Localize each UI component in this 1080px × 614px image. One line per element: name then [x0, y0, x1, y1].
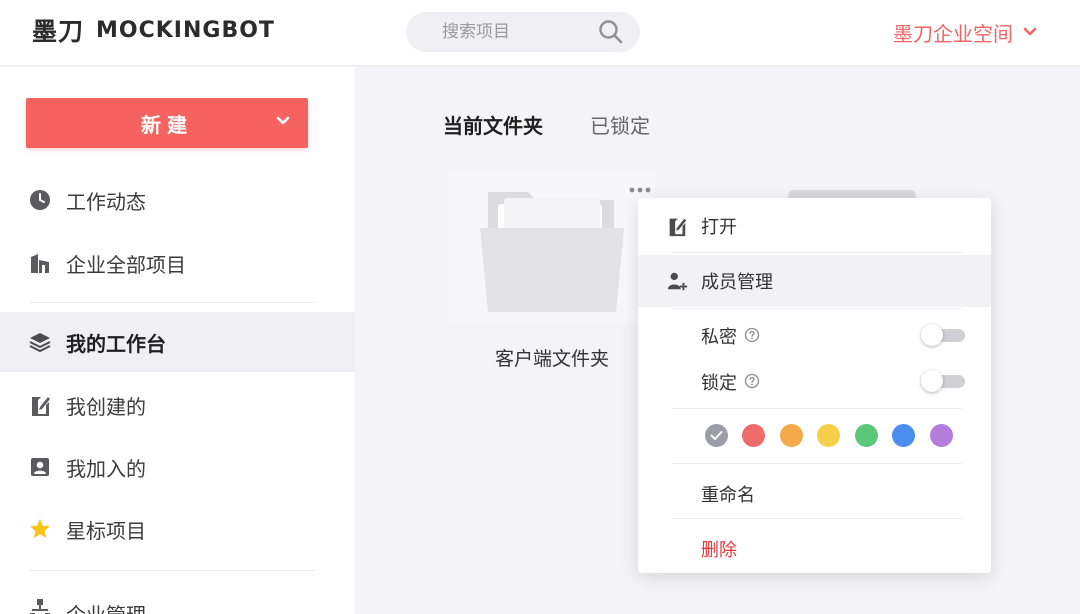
color-swatch-orange[interactable]	[780, 424, 803, 447]
chevron-down-icon	[276, 116, 290, 125]
org-chart-icon	[30, 599, 50, 614]
menu-divider	[672, 308, 962, 309]
folder-card[interactable]	[448, 170, 656, 322]
sidebar-divider	[30, 302, 315, 303]
menu-divider	[672, 252, 962, 253]
workspace-label: 墨刀企业空间	[893, 21, 1013, 46]
help-icon[interactable]	[744, 327, 760, 343]
menu-item-open[interactable]: 打开	[638, 200, 991, 252]
menu-item-rename[interactable]: 重命名	[701, 481, 755, 507]
building-icon	[31, 254, 49, 273]
sidebar-item-joined[interactable]: 我加入的	[0, 437, 355, 497]
sidebar-item-activity[interactable]: 工作动态	[0, 170, 355, 230]
sidebar-item-label: 工作动态	[66, 189, 146, 214]
sidebar-item-starred[interactable]: 星标项目	[0, 499, 355, 559]
menu-divider	[672, 463, 962, 464]
logo-english: MOCKINGBOT	[96, 17, 275, 43]
sidebar-divider	[30, 570, 315, 571]
logo[interactable]: 墨刀 MOCKINGBOT	[32, 14, 275, 46]
check-icon	[710, 431, 723, 440]
private-toggle[interactable]	[921, 324, 965, 346]
menu-item-delete[interactable]: 删除	[701, 536, 737, 562]
color-swatch-yellow[interactable]	[817, 424, 840, 447]
folder-icon	[480, 192, 624, 312]
logo-chinese: 墨刀	[32, 17, 85, 46]
search-icon[interactable]	[598, 19, 624, 45]
new-button-label: 新建	[141, 112, 193, 137]
private-row: 私密	[638, 315, 991, 355]
color-swatch-blue[interactable]	[892, 424, 915, 447]
edit-doc-icon	[669, 218, 687, 237]
search-input[interactable]	[442, 20, 592, 44]
menu-item-label: 打开	[701, 217, 737, 238]
private-label: 私密	[701, 327, 737, 348]
color-swatch-green[interactable]	[855, 424, 878, 447]
sidebar-item-my-workbench[interactable]: 我的工作台	[0, 312, 355, 372]
context-menu: 打开 成员管理 私密 锁定 重命名 删除	[638, 198, 991, 573]
menu-item-member-management[interactable]: 成员管理	[638, 255, 991, 307]
toggle-knob	[921, 370, 943, 392]
sidebar-item-label: 我的工作台	[66, 331, 166, 356]
color-swatch-purple[interactable]	[930, 424, 953, 447]
color-swatch-gray-selected[interactable]	[705, 424, 728, 447]
sidebar-item-label: 我创建的	[66, 394, 146, 419]
top-header: 墨刀 MOCKINGBOT 墨刀企业空间	[0, 0, 1080, 66]
help-icon[interactable]	[744, 373, 760, 389]
menu-divider	[672, 408, 962, 409]
tab-current-folder[interactable]: 当前文件夹	[443, 110, 543, 139]
clock-icon	[30, 190, 50, 210]
folder-name[interactable]: 客户端文件夹	[448, 344, 656, 371]
add-member-icon	[667, 272, 688, 291]
star-icon	[30, 519, 50, 538]
locked-toggle[interactable]	[921, 370, 965, 392]
locked-label: 锁定	[701, 373, 737, 394]
menu-divider	[672, 518, 962, 519]
menu-item-label: 成员管理	[701, 272, 773, 293]
new-button[interactable]: 新建	[26, 98, 308, 148]
sidebar-item-created[interactable]: 我创建的	[0, 375, 355, 435]
color-swatch-red[interactable]	[742, 424, 765, 447]
locked-row: 锁定	[638, 361, 991, 401]
sidebar-item-label: 星标项目	[66, 518, 146, 543]
edit-doc-icon	[32, 397, 50, 416]
sidebar-item-label: 企业管理	[66, 599, 146, 614]
tab-locked[interactable]: 已锁定	[590, 110, 650, 139]
sidebar-item-all-projects[interactable]: 企业全部项目	[0, 233, 355, 293]
chevron-down-icon	[1023, 27, 1037, 36]
layers-icon	[29, 333, 51, 352]
more-options-icon[interactable]	[628, 186, 654, 194]
sidebar-item-label: 我加入的	[66, 456, 146, 481]
toggle-knob	[921, 324, 943, 346]
workspace-switcher[interactable]: 墨刀企业空间	[893, 18, 1037, 46]
sidebar: 新建 工作动态 企业全部项目 我的工作台 我创建的 我加入的 星标项目	[0, 67, 355, 614]
sidebar-item-label: 企业全部项目	[66, 252, 186, 277]
sidebar-item-enterprise-admin[interactable]: 企业管理	[0, 577, 355, 614]
person-badge-icon	[31, 458, 49, 476]
